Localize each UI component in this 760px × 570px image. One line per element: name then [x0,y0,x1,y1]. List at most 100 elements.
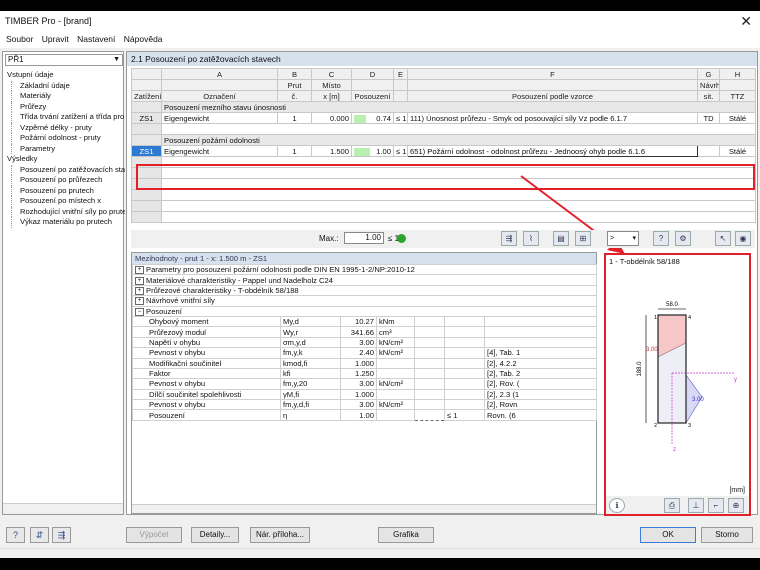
detail-row[interactable]: Modifikační součinitel kmod,fi 1.000 [2], 4… [132,357,598,369]
row-load-case[interactable]: ZS1 [131,145,162,157]
help-icon[interactable]: ? [6,527,25,543]
group-row[interactable]: + Materiálové charakteristiky - Pappel un… [131,274,598,286]
ok-button[interactable]: OK [640,527,696,543]
chart-icon[interactable]: ⌇ [523,231,539,246]
group-label: Průřezové charakteristiky - T-obdélník 5… [146,285,299,295]
sidebar-horizontal-scrollbar[interactable] [3,503,123,514]
cell-prut[interactable]: 1 [277,145,312,157]
help-icon[interactable]: ? [653,231,669,246]
tree-item-vzperne-delky[interactable]: Vzpěrné délky - pruty [11,122,125,133]
detail-row[interactable]: Napětí v ohybu σm,y,d 3.00 kN/cm² [132,336,598,349]
cell-navrh-sit[interactable] [697,145,720,157]
import-icon[interactable]: ⇵ [30,527,49,543]
zoom-icon[interactable]: ⊕ [728,498,744,513]
table-row-selected[interactable]: ZS1 Eigengewicht 1 1.500 1.00 ≤ 1 651) P… [131,145,756,157]
cell-posouzeni[interactable]: 1.00 [351,145,394,157]
col-header-c1: Místo [311,79,352,91]
case-selector[interactable]: PŘ1 ▼ [5,54,123,66]
stress-view-icon[interactable]: ⊥ [688,498,704,513]
tree-item-posouzeni-zs[interactable]: Posouzení po zatěžovacích stav [11,164,125,175]
export-icon[interactable]: ⇶ [52,527,71,543]
section-label-fire: Posouzení požární odolnosti [161,134,756,146]
tree-item-prurezy[interactable]: Průřezy [11,101,125,112]
title-bar: TIMBER Pro - [brand] ✕ [0,11,760,33]
group-label: Parametry pro posouzení požární odolnost… [146,265,415,275]
cell-prut[interactable]: 1 [277,112,312,124]
cell-vzorec[interactable]: 111) Únosnost průřezu - Smyk od posouvaj… [407,112,698,124]
details-button[interactable]: Detaily... [191,527,239,543]
cross-section-drawing: 58.0 188.0 3.00 3.00 y z 1 2 3 4 [637,302,737,453]
table-row[interactable]: ZS1 Eigengewicht 1 0.000 0.74 ≤ 1 111) Ú… [131,112,756,124]
details-horizontal-scrollbar[interactable] [132,504,596,513]
group-row[interactable]: + Parametry pro posouzení požární odolnos… [131,263,598,276]
tree-item-parametry[interactable]: Parametry [11,143,125,154]
eye-icon[interactable]: ◉ [735,231,751,246]
expand-icon[interactable]: + [135,266,144,274]
dimension-icon[interactable]: ⌐ [708,498,724,513]
detail-row[interactable]: Ohybový moment My,d 10.27 kNm [132,315,598,328]
max-value: 1.00 [344,232,384,244]
info-icon[interactable]: ℹ [609,498,625,513]
expand-icon[interactable]: + [135,286,144,295]
collapse-icon[interactable]: − [135,307,144,316]
cancel-button[interactable]: Storno [701,527,753,543]
tree-item-pozarni-odolnost[interactable]: Požární odolnost - pruty [11,133,125,144]
tree-item-rozhodujici-sily[interactable]: Rozhodující vnitřní síly po prute [11,206,125,217]
group-row[interactable]: + Návrhové vnitřní síly [131,295,598,307]
print-icon[interactable]: ⎙ [664,498,680,513]
col-header-g2: sit. [697,90,720,102]
cell-vzorec[interactable]: 651) Požární odolnost - odolnost průřezu… [407,145,698,157]
cell-oznaceni[interactable]: Eigengewicht [161,145,278,157]
menu-soubor[interactable]: Soubor [6,33,33,46]
tree-item-vstupni-udaje[interactable]: Vstupní údaje [5,70,125,81]
point-label-2: 2 [654,423,657,429]
detail-row[interactable]: Pevnost v ohybu fm,y,k 2.40 kN/cm² [4], Tab.… [132,347,598,359]
cell-oznaceni[interactable]: Eigengewicht [161,112,278,124]
col-letter-a: A [161,68,278,80]
select-pointer-icon[interactable]: ↖ [715,231,731,246]
national-annex-button[interactable]: Nár. příloha... [250,527,310,543]
col-header-b2: č. [277,90,312,102]
cell-misto[interactable]: 0.000 [311,112,352,124]
group-row[interactable]: + Průřezové charakteristiky - T-obdélník … [131,284,598,297]
detail-row[interactable]: Průřezový modul Wy,r 341.66 cm³ [132,326,598,338]
cell-navrh-sit[interactable]: TD [697,112,720,124]
expand-icon[interactable]: + [135,276,144,285]
tree-item-materialy[interactable]: Materiály [11,91,125,102]
menu-upravit[interactable]: Upravit [42,33,69,46]
detail-row[interactable]: Pevnost v ohybu fm,y,20 3.00 kN/cm² [2], Rov… [132,378,598,390]
cell-ttz[interactable]: Stálé [719,145,756,157]
detail-row[interactable]: Faktor kfi 1.250 [2], Tab. 2 [132,367,598,380]
col-letter-e: E [393,68,408,80]
tree-item-posouzeni-mista[interactable]: Posouzení po místech x [11,196,125,207]
close-icon[interactable]: ✕ [740,13,752,30]
settings-icon[interactable]: ⚙ [675,231,691,246]
detail-row[interactable]: Dílčí součinitel spolehlivosti γM,fi 1.000… [132,388,598,401]
tree-item-vykaz-materialu[interactable]: Výkaz materiálu po prutech [11,217,125,228]
chevron-down-icon[interactable]: ▾ [632,232,636,245]
col-header-c2: x [m] [311,90,352,102]
row-load-case[interactable]: ZS1 [131,112,162,124]
cell-posouzeni[interactable]: 0.74 [351,112,394,124]
detail-row[interactable]: Posouzení η 1.00 ≤ 1 Rovn. (6 [132,409,598,421]
filter-icon[interactable]: ⇶ [501,231,517,246]
detail-row[interactable]: Pevnost v ohybu fm,y,d,fi 3.00 kN/cm² [2], R… [132,399,598,411]
calculate-button[interactable]: Výpočet [126,527,182,543]
highlight-frame-fire-row [136,164,755,190]
view-select[interactable]: > ▾ [607,231,639,246]
tree-item-trida-trvani[interactable]: Třída trvání zatížení a třída pro [11,112,125,123]
expand-icon[interactable]: + [135,297,144,306]
tree-item-posouzeni-pruty[interactable]: Posouzení po prutech [11,185,125,196]
tree-item-vysledky[interactable]: Výsledky [5,154,125,165]
tree-item-zakladni-udaje[interactable]: Základní údaje [11,80,125,91]
color-scale-icon[interactable]: ▤ [553,231,569,246]
chevron-down-icon[interactable]: ▼ [113,55,120,65]
tree-item-posouzeni-prurezy[interactable]: Posouzení po průřezech [11,175,125,186]
menu-nastaveni[interactable]: Nastavení [77,33,115,46]
table-export-icon[interactable]: ⊞ [575,231,591,246]
graphics-button[interactable]: Grafika [378,527,434,543]
cell-misto[interactable]: 1.500 [311,145,352,157]
group-row[interactable]: − Posouzení [131,305,598,317]
menu-napoveda[interactable]: Nápověda [124,33,163,46]
cell-ttz[interactable]: Stálé [719,112,756,124]
